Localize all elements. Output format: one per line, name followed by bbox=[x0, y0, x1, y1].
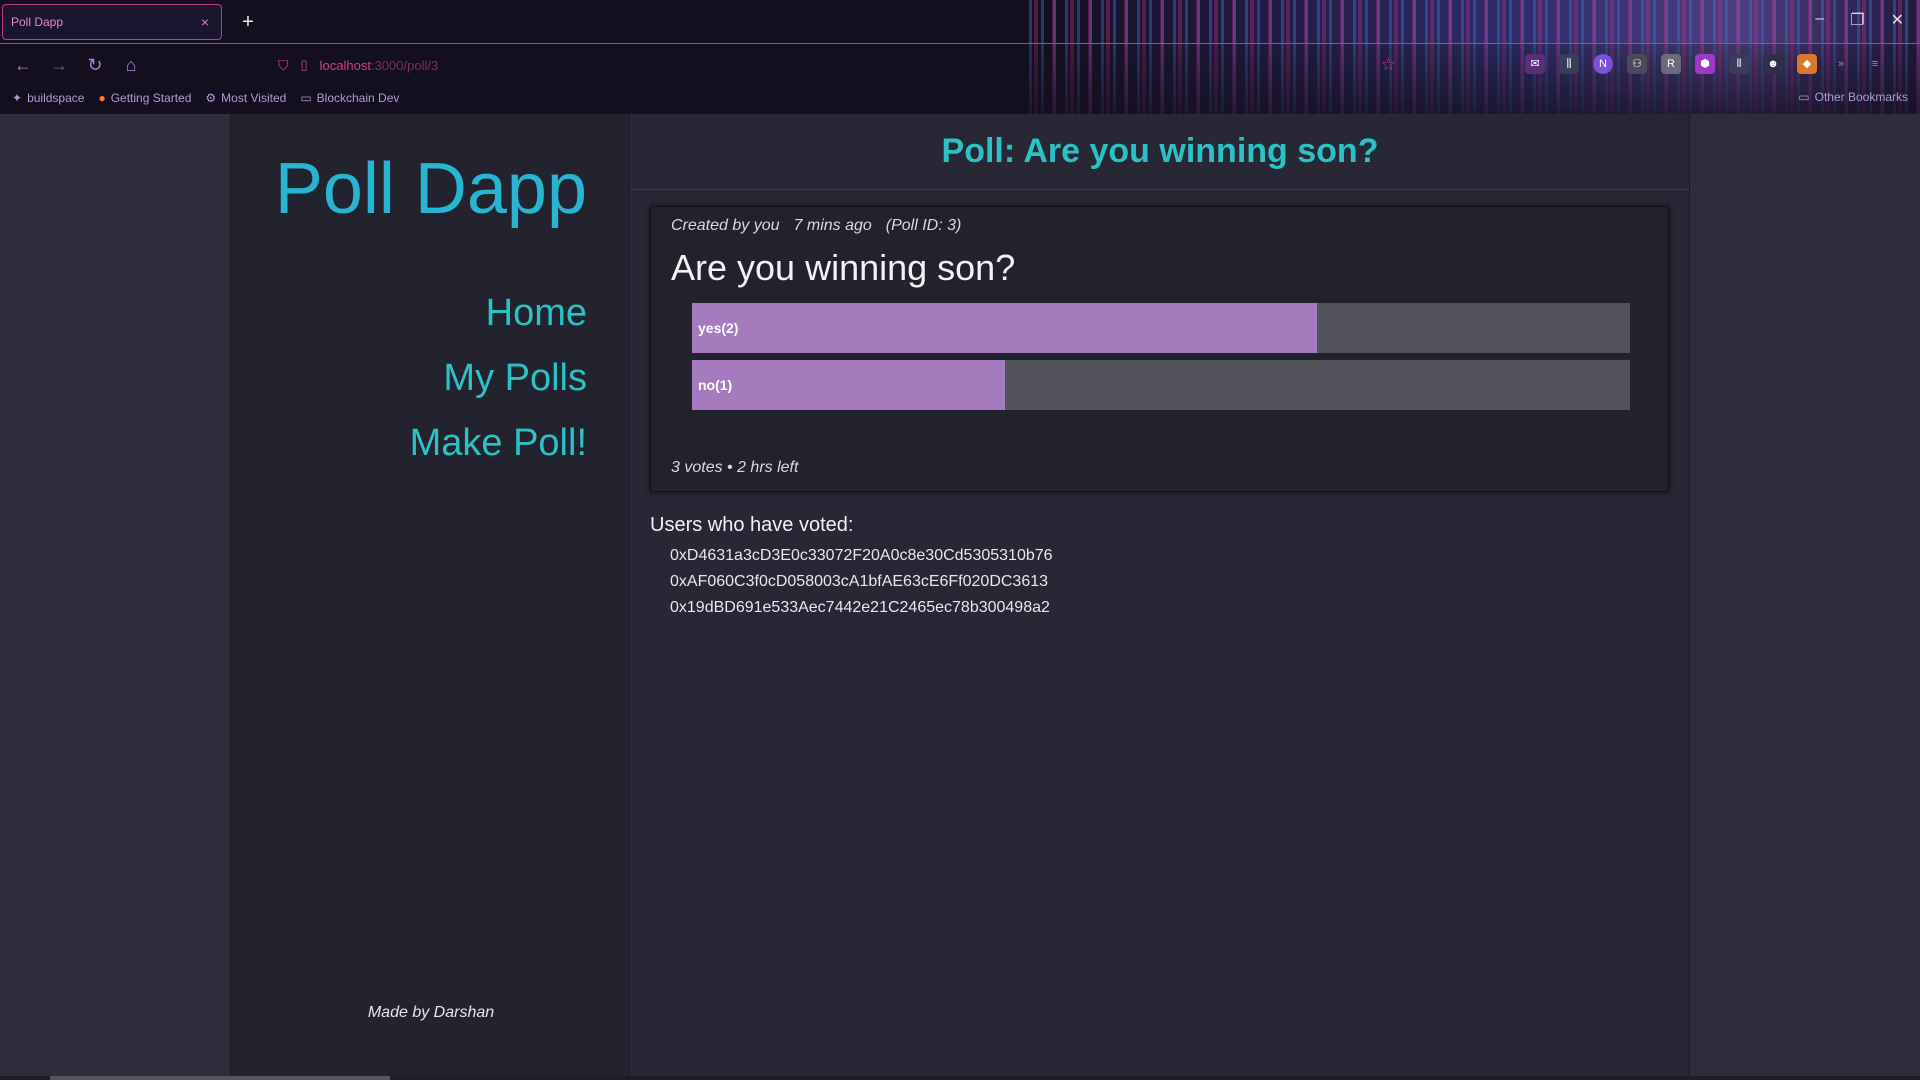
metamask-icon[interactable]: ◆ bbox=[1797, 54, 1817, 74]
made-by-footer: Made by Darshan bbox=[367, 1004, 495, 1021]
tab-title: Poll Dapp bbox=[11, 15, 64, 29]
page: Poll Dapp Home My Polls Make Poll! Made … bbox=[0, 114, 1920, 1080]
folder-icon: ▭ bbox=[300, 91, 312, 105]
extension-bars-icon[interactable]: ⦀ bbox=[1729, 54, 1749, 74]
sidebar: Poll Dapp Home My Polls Make Poll! Made … bbox=[230, 114, 630, 1080]
voter-address: 0xD4631a3cD3E0c33072F20A0c8e30Cd5305310b… bbox=[670, 547, 1053, 564]
page-title: Poll: Are you winning son? bbox=[941, 132, 1379, 170]
forward-icon[interactable]: → bbox=[48, 54, 70, 76]
nav-my-polls[interactable]: My Polls bbox=[410, 357, 587, 400]
browser-chrome: Poll Dapp × + – ❐ ✕ ← → ↻ ⌂ ⛉ ▯ localhos… bbox=[0, 0, 1920, 114]
restore-icon[interactable]: ❐ bbox=[1850, 10, 1864, 30]
folder-icon: ▭ bbox=[1798, 90, 1810, 104]
poll-meta: Created by you 7 mins ago (Poll ID: 3) bbox=[671, 217, 961, 235]
poll-creator: Created by you bbox=[671, 217, 780, 234]
other-bookmarks-label: Other Bookmarks bbox=[1814, 90, 1908, 104]
url-path: :3000/poll/3 bbox=[370, 57, 439, 73]
shield-icon[interactable]: ⛉ bbox=[278, 57, 289, 74]
extension-cat-icon[interactable]: ⚇ bbox=[1627, 54, 1647, 74]
bookmark-getting-started[interactable]: ● Getting Started bbox=[98, 91, 191, 105]
extension-hex-icon[interactable]: ⬢ bbox=[1695, 54, 1715, 74]
nav-home[interactable]: Home bbox=[410, 292, 587, 335]
main-content: Poll: Are you winning son? Created by yo… bbox=[631, 114, 1689, 1080]
right-gutter bbox=[1689, 114, 1920, 1080]
voters-title: Users who have voted: bbox=[650, 514, 854, 536]
minimize-icon[interactable]: – bbox=[1815, 10, 1824, 30]
tab-bar: Poll Dapp × + – ❐ ✕ bbox=[0, 0, 1920, 44]
page-info-icon[interactable]: ▯ bbox=[301, 57, 308, 73]
extension-ghost-icon[interactable]: ☻ bbox=[1763, 54, 1783, 74]
sidebar-nav: Home My Polls Make Poll! bbox=[410, 292, 587, 487]
extension-r-icon[interactable]: R bbox=[1661, 54, 1681, 74]
bookmark-most-visited[interactable]: ⚙ Most Visited bbox=[205, 91, 286, 105]
menu-icon[interactable]: ≡ bbox=[1865, 54, 1885, 74]
option-label: yes(2) bbox=[698, 320, 739, 336]
back-icon[interactable]: ← bbox=[12, 54, 34, 76]
extensions-toolbar: ✉ ⫼ N ⚇ R ⬢ ⦀ ☻ ◆ » ≡ bbox=[1525, 54, 1885, 74]
option-fill-bar bbox=[692, 360, 1005, 410]
bookmark-label: buildspace bbox=[27, 91, 85, 105]
horizontal-scrollbar[interactable] bbox=[0, 1076, 1920, 1080]
bookmark-blockchain-dev[interactable]: ▭ Blockchain Dev bbox=[300, 91, 399, 105]
bookmark-label: Blockchain Dev bbox=[316, 91, 400, 105]
poll-card: Created by you 7 mins ago (Poll ID: 3) A… bbox=[650, 206, 1669, 492]
close-icon[interactable]: × bbox=[197, 14, 213, 30]
gear-icon: ⚙ bbox=[205, 91, 217, 105]
page-header: Poll: Are you winning son? bbox=[631, 114, 1689, 190]
nav-make-poll[interactable]: Make Poll! bbox=[410, 422, 587, 465]
url-bar[interactable]: ⛉ ▯ localhost :3000/poll/3 ☆ bbox=[268, 50, 1406, 80]
navigation-toolbar: ← → ↻ ⌂ ⛉ ▯ localhost :3000/poll/3 ☆ ✉ ⫼… bbox=[0, 46, 1920, 84]
poll-option-no[interactable]: no(1) bbox=[692, 360, 1630, 410]
reload-icon[interactable]: ↻ bbox=[84, 54, 106, 76]
tab-poll-dapp[interactable]: Poll Dapp × bbox=[2, 4, 222, 40]
other-bookmarks[interactable]: ▭ Other Bookmarks bbox=[1798, 90, 1908, 104]
voters-section: Users who have voted: 0xD4631a3cD3E0c330… bbox=[650, 514, 1053, 621]
unicorn-icon: ✦ bbox=[12, 91, 23, 105]
option-label: no(1) bbox=[698, 377, 733, 393]
bookmark-label: Most Visited bbox=[221, 91, 287, 105]
new-tab-button[interactable]: + bbox=[236, 10, 260, 34]
close-window-icon[interactable]: ✕ bbox=[1891, 10, 1904, 30]
voter-address: 0x19dBD691e533Aec7442e21C2465ec78b300498… bbox=[670, 599, 1050, 616]
voter-address: 0xAF060C3f0cD058003cA1bfAE63cE6Ff020DC36… bbox=[670, 573, 1049, 590]
window-controls: – ❐ ✕ bbox=[1815, 10, 1904, 30]
poll-footer: 3 votes • 2 hrs left bbox=[671, 459, 799, 476]
poll-created-time: 7 mins ago bbox=[793, 217, 872, 234]
bookmark-star-icon[interactable]: ☆ bbox=[1381, 55, 1396, 75]
url-host: localhost bbox=[319, 57, 371, 73]
scrollbar-thumb[interactable] bbox=[50, 1076, 390, 1080]
poll-id: (Poll ID: 3) bbox=[885, 217, 962, 234]
library-icon[interactable]: ⫼ bbox=[1559, 54, 1579, 74]
bookmark-buildspace[interactable]: ✦ buildspace bbox=[12, 91, 84, 105]
pocket-icon[interactable]: ✉ bbox=[1525, 54, 1545, 74]
poll-question: Are you winning son? bbox=[671, 247, 1016, 288]
home-icon[interactable]: ⌂ bbox=[120, 54, 142, 76]
brand-title[interactable]: Poll Dapp bbox=[275, 148, 587, 230]
bookmarks-bar: ✦ buildspace ● Getting Started ⚙ Most Vi… bbox=[0, 86, 1920, 110]
extension-n-icon[interactable]: N bbox=[1593, 54, 1613, 74]
bookmark-label: Getting Started bbox=[110, 91, 192, 105]
option-fill-bar bbox=[692, 303, 1318, 353]
overflow-chevron-icon[interactable]: » bbox=[1831, 54, 1851, 74]
firefox-icon: ● bbox=[98, 91, 106, 105]
poll-option-yes[interactable]: yes(2) bbox=[692, 303, 1630, 353]
